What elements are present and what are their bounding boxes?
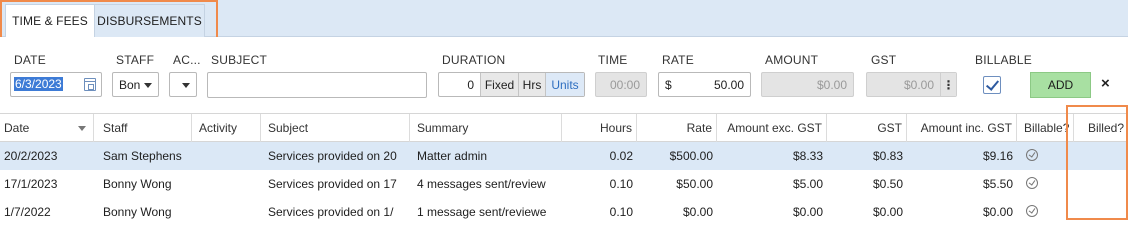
time-entries-table: Date Staff Activity Subject Summary Hour… xyxy=(0,113,1128,245)
cell-hours: 0.10 xyxy=(609,177,633,191)
cell-staff: Sam Stephens xyxy=(103,149,182,163)
cell-amount-exc-gst: $5.00 xyxy=(792,177,823,191)
cell-hours: 0.10 xyxy=(609,205,633,219)
activity-select[interactable] xyxy=(169,72,197,97)
duration-group: 0 Fixed Hrs Units xyxy=(438,72,585,97)
column-header-hours[interactable]: Hours xyxy=(565,114,637,142)
tab-disbursements[interactable]: DISBURSEMENTS xyxy=(95,4,205,37)
column-header-staff[interactable]: Staff xyxy=(99,114,192,142)
duration-input[interactable]: 0 xyxy=(467,78,474,92)
duration-label: DURATION xyxy=(442,53,506,67)
cell-amount-inc-gst: $9.16 xyxy=(982,149,1013,163)
cell-amount-inc-gst: $0.00 xyxy=(982,205,1013,219)
amount-field: $0.00 xyxy=(761,72,854,97)
column-header-billed[interactable]: Billed? xyxy=(1077,114,1128,142)
calendar-icon[interactable] xyxy=(84,78,96,91)
rate-label: RATE xyxy=(662,53,694,67)
cell-staff: Bonny Wong xyxy=(103,177,172,191)
staff-label: STAFF xyxy=(116,53,155,67)
time-label: TIME xyxy=(598,53,628,67)
duration-mode-units[interactable]: Units xyxy=(545,73,584,96)
subject-label: SUBJECT xyxy=(211,53,268,67)
table-row[interactable]: 1/7/2022 Bonny Wong Services provided on… xyxy=(0,198,1128,226)
cell-summary: Matter admin xyxy=(417,149,488,163)
column-header-activity[interactable]: Activity xyxy=(195,114,261,142)
cell-subject: Services provided on 20 xyxy=(268,149,397,163)
column-header-subject[interactable]: Subject xyxy=(264,114,410,142)
chevron-down-icon xyxy=(144,83,152,88)
time-entry-form: DATE STAFF AC... SUBJECT DURATION TIME R… xyxy=(0,37,1128,113)
cell-date: 1/7/2022 xyxy=(4,205,51,219)
cell-activity xyxy=(195,198,264,226)
table-header: Date Staff Activity Subject Summary Hour… xyxy=(0,113,1128,142)
cell-activity xyxy=(195,142,264,170)
billable-label: BILLABLE xyxy=(975,53,1032,67)
billable-status-icon xyxy=(1026,149,1038,161)
column-header-rate[interactable]: Rate xyxy=(640,114,717,142)
duration-mode-fixed[interactable]: Fixed xyxy=(480,73,518,96)
column-header-amount-inc-gst[interactable]: Amount inc. GST xyxy=(910,114,1017,142)
cell-date: 17/1/2023 xyxy=(4,177,58,191)
column-header-billable[interactable]: Billable? xyxy=(1020,114,1074,142)
column-header-summary[interactable]: Summary xyxy=(413,114,562,142)
cell-date: 20/2/2023 xyxy=(4,149,58,163)
duration-mode-hrs[interactable]: Hrs xyxy=(518,73,545,96)
cell-amount-exc-gst: $0.00 xyxy=(792,205,823,219)
rate-value: 50.00 xyxy=(713,78,744,92)
staff-select[interactable]: Bon xyxy=(112,72,159,97)
time-value: 00:00 xyxy=(609,78,640,92)
billable-checkbox[interactable] xyxy=(983,76,1001,94)
activity-label: AC... xyxy=(173,53,201,67)
rate-currency: $ xyxy=(665,78,672,92)
cell-subject: Services provided on 17 xyxy=(268,177,397,191)
cell-staff: Bonny Wong xyxy=(103,205,172,219)
table-row[interactable]: 17/1/2023 Bonny Wong Services provided o… xyxy=(0,170,1128,198)
column-header-gst[interactable]: GST xyxy=(830,114,907,142)
chevron-down-icon xyxy=(182,83,190,88)
tab-bar: TIME & FEES DISBURSEMENTS xyxy=(0,0,1128,37)
cell-rate: $50.00 xyxy=(676,177,713,191)
tab-time-fees[interactable]: TIME & FEES xyxy=(5,4,95,37)
staff-value: Bon xyxy=(119,78,141,92)
gst-field: $0.00 ⋮ xyxy=(866,72,957,97)
subject-input[interactable] xyxy=(207,72,427,98)
table-row[interactable]: 20/2/2023 Sam Stephens Services provided… xyxy=(0,142,1128,170)
cell-summary: 4 messages sent/review xyxy=(417,177,546,191)
cell-gst: $0.83 xyxy=(872,149,903,163)
amount-label: AMOUNT xyxy=(765,53,819,67)
time-field: 00:00 xyxy=(595,72,647,97)
cell-activity xyxy=(195,170,264,198)
billable-status-icon xyxy=(1026,177,1038,189)
sort-desc-icon[interactable] xyxy=(78,126,86,131)
rate-field[interactable]: $ 50.00 xyxy=(658,72,751,97)
gst-label: GST xyxy=(871,53,897,67)
date-label: DATE xyxy=(14,53,46,67)
cell-gst: $0.00 xyxy=(872,205,903,219)
cell-hours: 0.02 xyxy=(609,149,633,163)
cell-rate: $500.00 xyxy=(669,149,713,163)
column-header-amount-exc-gst[interactable]: Amount exc. GST xyxy=(720,114,827,142)
amount-value: $0.00 xyxy=(816,78,847,92)
gst-value: $0.00 xyxy=(903,78,934,92)
cell-rate: $0.00 xyxy=(682,205,713,219)
cell-amount-exc-gst: $8.33 xyxy=(792,149,823,163)
close-icon[interactable]: × xyxy=(1101,75,1110,92)
more-options-icon[interactable]: ⋮ xyxy=(940,73,956,96)
cell-subject: Services provided on 1/ xyxy=(268,205,394,219)
billable-status-icon xyxy=(1026,205,1038,217)
add-button[interactable]: ADD xyxy=(1030,72,1091,98)
cell-summary: 1 message sent/reviewe xyxy=(417,205,547,219)
cell-gst: $0.50 xyxy=(872,177,903,191)
date-field[interactable]: 6/3/2023 xyxy=(10,72,102,97)
cell-amount-inc-gst: $5.50 xyxy=(982,177,1013,191)
date-value: 6/3/2023 xyxy=(14,77,63,91)
